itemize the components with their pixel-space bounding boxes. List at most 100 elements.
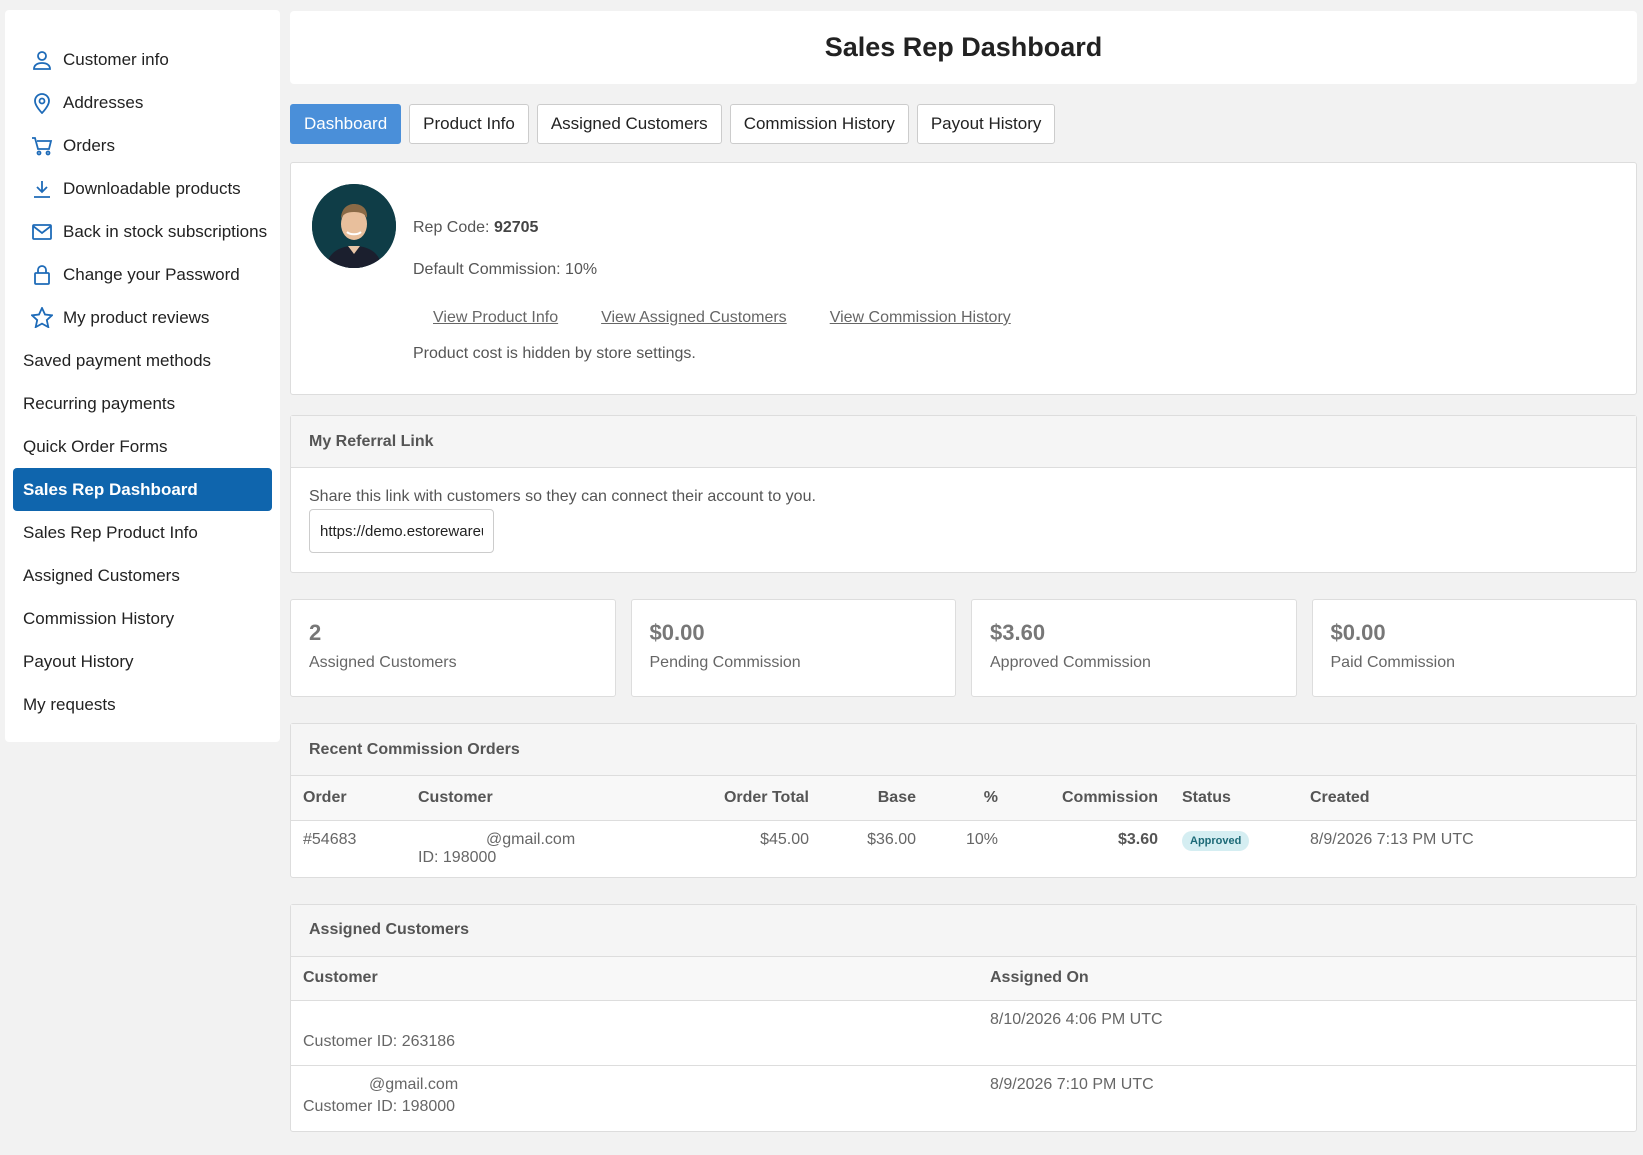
star-icon (31, 307, 53, 329)
customer-email: @gmail.com (486, 830, 576, 848)
map-pin-icon (31, 92, 53, 114)
sidebar-item-downloadable-products[interactable]: Downloadable products (13, 167, 272, 210)
customer-email (303, 1011, 966, 1033)
sidebar-item-assigned-customers[interactable]: Assigned Customers (13, 554, 272, 597)
sidebar-item-label: Change your Password (63, 264, 240, 284)
recent-orders-heading: Recent Commission Orders (291, 724, 1636, 776)
column-header: Assigned On (978, 956, 1636, 1001)
sidebar-item-saved-payment-methods[interactable]: Saved payment methods (13, 339, 272, 382)
table-row: @gmail.com Customer ID: 198000 8/9/2026 … (291, 1066, 1636, 1131)
column-header: Customer (406, 776, 706, 821)
sidebar-item-back-in-stock[interactable]: Back in stock subscriptions (13, 210, 272, 253)
download-icon (31, 178, 53, 200)
stat-pending-commission: $0.00 Pending Commission (630, 599, 956, 697)
product-cost-note: Product cost is hidden by store settings… (413, 345, 696, 362)
referral-heading: My Referral Link (291, 416, 1636, 468)
assigned-customers-table: Customer Assigned On Customer ID: 263186… (291, 956, 1636, 1131)
referral-link-card: My Referral Link Share this link with cu… (290, 415, 1637, 573)
assigned-customers-heading: Assigned Customers (291, 904, 1636, 957)
sidebar-item-label: Quick Order Forms (23, 436, 168, 456)
sidebar-item-customer-info[interactable]: Customer info (13, 38, 272, 81)
rep-profile-card: Rep Code: 92705 Default Commission: 10% … (290, 162, 1637, 395)
stat-assigned-customers: 2 Assigned Customers (290, 599, 616, 697)
stat-label: Paid Commission (1330, 654, 1455, 671)
view-product-info-link[interactable]: View Product Info (433, 309, 558, 327)
table-row: Customer ID: 263186 8/10/2026 4:06 PM UT… (291, 1000, 1636, 1066)
tab-product-info[interactable]: Product Info (409, 104, 529, 144)
order-number: #54683 (303, 830, 357, 848)
stat-paid-commission: $0.00 Paid Commission (1311, 599, 1637, 697)
sidebar-item-label: Assigned Customers (23, 565, 180, 585)
tab-assigned-customers[interactable]: Assigned Customers (536, 104, 722, 144)
table-row: #54683 @gmail.com ID: 198000 $45.00 $36.… (291, 820, 1636, 877)
sidebar-item-label: My product reviews (63, 307, 210, 327)
sidebar-item-label: Downloadable products (63, 178, 241, 198)
page-title: Sales Rep Dashboard (824, 32, 1103, 62)
rep-code: Rep Code: 92705 (413, 219, 538, 237)
rep-code-value: 92705 (493, 219, 539, 236)
order-percent: 10% (965, 830, 998, 848)
view-commission-history-link[interactable]: View Commission History (830, 309, 1011, 327)
tab-dashboard[interactable]: Dashboard (290, 104, 402, 144)
referral-link-input[interactable] (309, 509, 494, 553)
column-header: Customer (291, 956, 978, 1001)
sidebar-item-my-requests[interactable]: My requests (13, 683, 272, 726)
default-commission: Default Commission: 10% (413, 261, 598, 278)
sidebar-item-label: Orders (63, 135, 115, 155)
recent-commission-orders: Recent Commission Orders Order Customer … (290, 723, 1637, 878)
customer-id: Customer ID: 263186 (303, 1033, 456, 1050)
sidebar-item-sales-rep-dashboard[interactable]: Sales Rep Dashboard (13, 468, 272, 511)
order-customer: @gmail.com ID: 198000 (406, 820, 706, 877)
assigned-customer: @gmail.com Customer ID: 198000 (291, 1066, 978, 1131)
column-header: % (928, 776, 1010, 821)
customer-email: @gmail.com (369, 1076, 459, 1093)
lock-icon (31, 264, 53, 286)
sidebar-item-label: Sales Rep Product Info (23, 522, 198, 542)
assigned-customer: Customer ID: 263186 (291, 1000, 978, 1066)
order-total: $45.00 (760, 830, 809, 848)
customer-id: Customer ID: 198000 (303, 1098, 456, 1115)
tab-payout-history[interactable]: Payout History (916, 104, 1056, 144)
sidebar-item-addresses[interactable]: Addresses (13, 81, 272, 124)
cart-icon (31, 135, 53, 157)
account-sidebar: Customer info Addresses Orders Downloada… (5, 10, 280, 742)
stat-value: 2 (309, 620, 322, 645)
order-created: 8/9/2026 7:13 PM UTC (1310, 830, 1474, 848)
view-assigned-customers-link[interactable]: View Assigned Customers (601, 309, 787, 327)
customer-id: ID: 198000 (418, 848, 497, 866)
page-header: Sales Rep Dashboard (290, 11, 1637, 84)
referral-description: Share this link with customers so they c… (309, 488, 816, 505)
avatar (312, 184, 396, 268)
sidebar-item-label: My requests (23, 694, 116, 714)
assigned-on: 8/9/2026 7:10 PM UTC (990, 1076, 1154, 1093)
sidebar-item-quick-order-forms[interactable]: Quick Order Forms (13, 425, 272, 468)
sidebar-item-product-reviews[interactable]: My product reviews (13, 296, 272, 339)
sidebar-item-label: Saved payment methods (23, 350, 212, 370)
sidebar-item-label: Addresses (63, 92, 144, 112)
column-header: Status (1170, 776, 1298, 821)
assigned-on: 8/10/2026 4:06 PM UTC (978, 1000, 1636, 1066)
sidebar-item-sales-rep-product-info[interactable]: Sales Rep Product Info (13, 511, 272, 554)
stat-label: Approved Commission (990, 654, 1151, 671)
stat-value: $0.00 (1330, 620, 1386, 645)
sidebar-item-change-password[interactable]: Change your Password (13, 253, 272, 296)
stats-row: 2 Assigned Customers $0.00 Pending Commi… (290, 599, 1637, 697)
stat-value: $0.00 (649, 620, 705, 645)
sidebar-item-payout-history[interactable]: Payout History (13, 640, 272, 683)
sidebar-item-recurring-payments[interactable]: Recurring payments (13, 382, 272, 425)
stat-label: Assigned Customers (309, 654, 457, 671)
sidebar-item-label: Customer info (63, 49, 169, 69)
column-header: Created (1298, 776, 1636, 821)
column-header: Commission (1010, 776, 1170, 821)
sidebar-item-commission-history[interactable]: Commission History (13, 597, 272, 640)
sidebar-item-label: Commission History (23, 608, 175, 628)
column-header: Order Total (706, 776, 821, 821)
order-commission: $3.60 (1117, 830, 1158, 848)
sidebar-item-orders[interactable]: Orders (13, 124, 272, 167)
orders-table: Order Customer Order Total Base % Commis… (291, 776, 1636, 877)
sidebar-item-label: Payout History (23, 651, 134, 671)
tab-commission-history[interactable]: Commission History (729, 104, 909, 144)
assigned-customers-card: Assigned Customers Customer Assigned On … (290, 903, 1637, 1132)
column-header: Base (821, 776, 928, 821)
dashboard-tabs: Dashboard Product Info Assigned Customer… (290, 104, 1637, 144)
